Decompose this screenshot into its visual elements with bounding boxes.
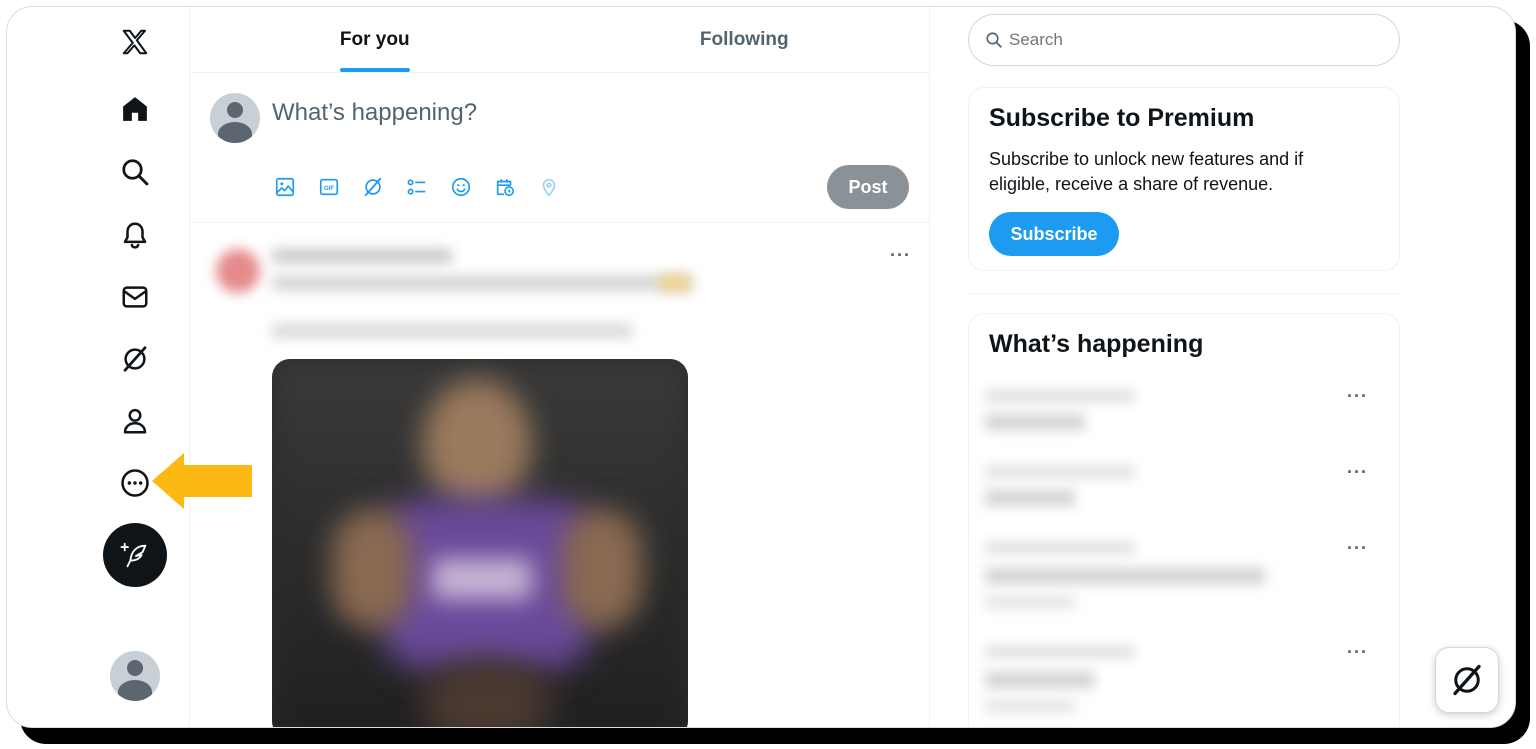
search-input[interactable] bbox=[1009, 30, 1369, 50]
compose-post-button[interactable] bbox=[103, 523, 167, 587]
feed-post[interactable]: ··· bbox=[190, 223, 930, 727]
trends-card: What’s happening ··· ··· ··· ··· bbox=[968, 313, 1400, 727]
grok-button[interactable] bbox=[1435, 647, 1499, 713]
x-logo-icon[interactable] bbox=[111, 18, 159, 66]
trend-item[interactable]: ··· bbox=[985, 386, 1385, 446]
right-sidebar: Subscribe to Premium Subscribe to unlock… bbox=[930, 7, 1515, 727]
post-text bbox=[272, 275, 692, 291]
post-text-line bbox=[272, 323, 632, 339]
post-avatar[interactable] bbox=[216, 249, 260, 293]
emoji-icon[interactable] bbox=[448, 174, 474, 200]
post-media[interactable] bbox=[272, 359, 688, 727]
search-icon bbox=[986, 32, 1002, 48]
tab-for-you[interactable]: For you bbox=[190, 7, 560, 72]
timeline-tabs: For you Following bbox=[190, 7, 929, 73]
post-more-button[interactable]: ··· bbox=[890, 245, 911, 266]
compose-input[interactable]: What’s happening? bbox=[272, 99, 477, 127]
account-avatar[interactable] bbox=[110, 651, 160, 701]
tab-label: For you bbox=[339, 28, 410, 50]
main-timeline: For you Following What’s happening? GIF bbox=[190, 7, 930, 727]
premium-card: Subscribe to Premium Subscribe to unlock… bbox=[968, 87, 1400, 271]
notifications-icon[interactable] bbox=[111, 211, 159, 259]
location-icon[interactable] bbox=[536, 174, 562, 200]
grok-icon[interactable] bbox=[360, 174, 386, 200]
image-icon[interactable] bbox=[272, 174, 298, 200]
search-icon[interactable] bbox=[111, 148, 159, 196]
schedule-icon[interactable] bbox=[492, 174, 518, 200]
post-emoji bbox=[660, 275, 690, 291]
tab-label: Following bbox=[699, 28, 789, 50]
trend-more-button[interactable]: ··· bbox=[1347, 642, 1368, 663]
tab-following[interactable]: Following bbox=[560, 7, 930, 72]
messages-icon[interactable] bbox=[111, 273, 159, 321]
gif-icon[interactable]: GIF bbox=[316, 174, 342, 200]
premium-title: Subscribe to Premium bbox=[989, 104, 1255, 132]
trend-more-button[interactable]: ··· bbox=[1347, 462, 1368, 483]
subscribe-button[interactable]: Subscribe bbox=[989, 212, 1119, 256]
trends-title: What’s happening bbox=[989, 330, 1204, 358]
post-button[interactable]: Post bbox=[827, 165, 909, 209]
trend-more-button[interactable]: ··· bbox=[1347, 538, 1368, 559]
sidebar-divider bbox=[968, 293, 1400, 294]
app-window: For you Following What’s happening? GIF bbox=[6, 6, 1516, 728]
composer-avatar[interactable] bbox=[210, 93, 260, 143]
trend-item[interactable]: ··· bbox=[985, 538, 1385, 622]
search-box[interactable] bbox=[968, 14, 1400, 66]
home-icon[interactable] bbox=[111, 85, 159, 133]
profile-icon[interactable] bbox=[111, 397, 159, 445]
post-author[interactable] bbox=[272, 249, 452, 263]
trend-item[interactable]: ··· bbox=[985, 462, 1385, 522]
trend-more-button[interactable]: ··· bbox=[1347, 386, 1368, 407]
premium-description: Subscribe to unlock new features and if … bbox=[989, 149, 1304, 194]
left-navigation bbox=[7, 7, 190, 727]
svg-text:GIF: GIF bbox=[324, 186, 334, 192]
active-tab-indicator bbox=[339, 68, 410, 72]
grok-icon bbox=[1453, 664, 1481, 696]
poll-icon[interactable] bbox=[404, 174, 430, 200]
trend-item[interactable]: ··· bbox=[985, 642, 1385, 726]
grok-icon[interactable] bbox=[111, 335, 159, 383]
compose-post-icon bbox=[120, 542, 147, 568]
post-composer: What’s happening? bbox=[190, 73, 929, 223]
